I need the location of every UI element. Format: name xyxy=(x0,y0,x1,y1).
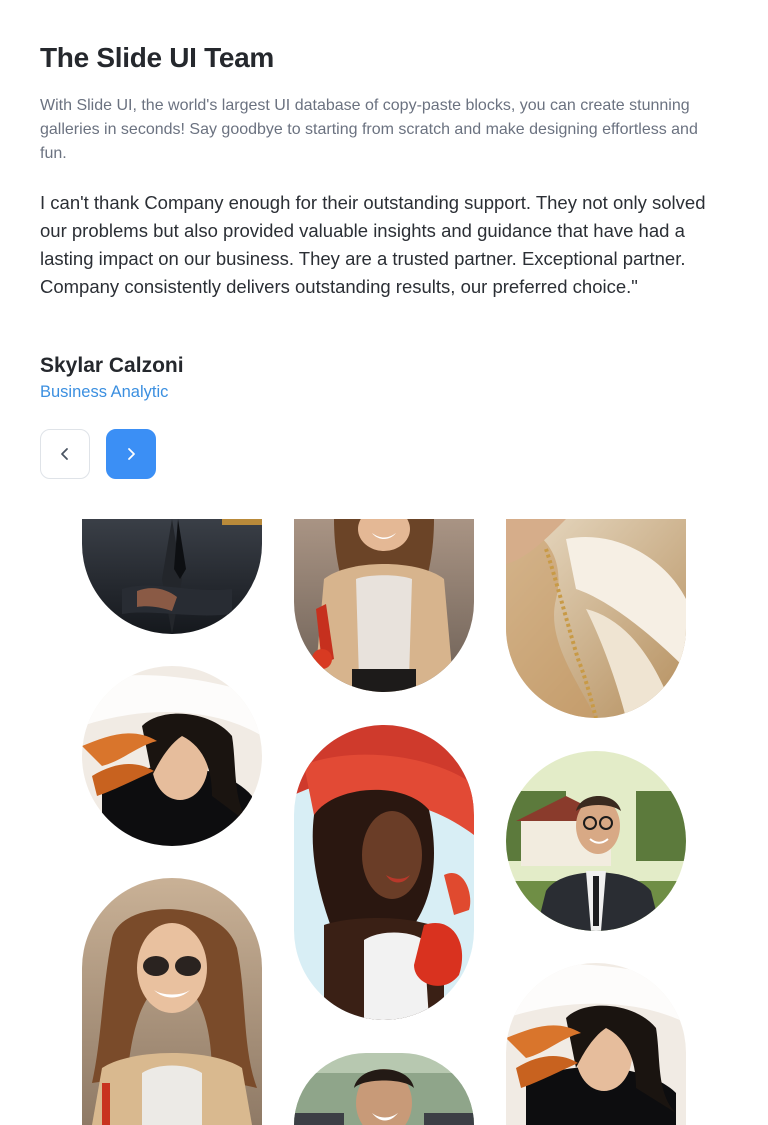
gallery-photo-smiling-woman-sunglasses[interactable] xyxy=(82,878,262,1125)
gallery-photo-smiling-man-glasses[interactable] xyxy=(506,751,686,931)
gallery-photo-smiling-man-outdoors[interactable] xyxy=(294,1053,474,1125)
chevron-left-icon xyxy=(61,448,68,460)
gallery-photo-woman-windblown-hair-2[interactable] xyxy=(506,963,686,1125)
next-button[interactable] xyxy=(106,429,156,479)
author-role: Business Analytic xyxy=(40,383,169,401)
gallery-photo-smiling-woman-red-bag[interactable] xyxy=(294,519,474,692)
photo-gallery xyxy=(0,519,768,1125)
page-title: The Slide UI Team xyxy=(40,42,274,73)
previous-button[interactable] xyxy=(40,429,90,479)
intro-text: With Slide UI, the world's largest UI da… xyxy=(40,97,698,162)
gallery-photo-woman-windblown-hair[interactable] xyxy=(82,666,262,846)
chevron-right-icon xyxy=(128,448,135,460)
testimonial-quote: I can't thank Company enough for their o… xyxy=(40,192,706,297)
gallery-photo-man-in-suit[interactable] xyxy=(82,519,262,634)
gallery-photo-woman-red-scarf[interactable] xyxy=(294,725,474,1020)
author-name: Skylar Calzoni xyxy=(40,354,184,377)
gallery-photo-flowing-fabric[interactable] xyxy=(506,519,686,718)
